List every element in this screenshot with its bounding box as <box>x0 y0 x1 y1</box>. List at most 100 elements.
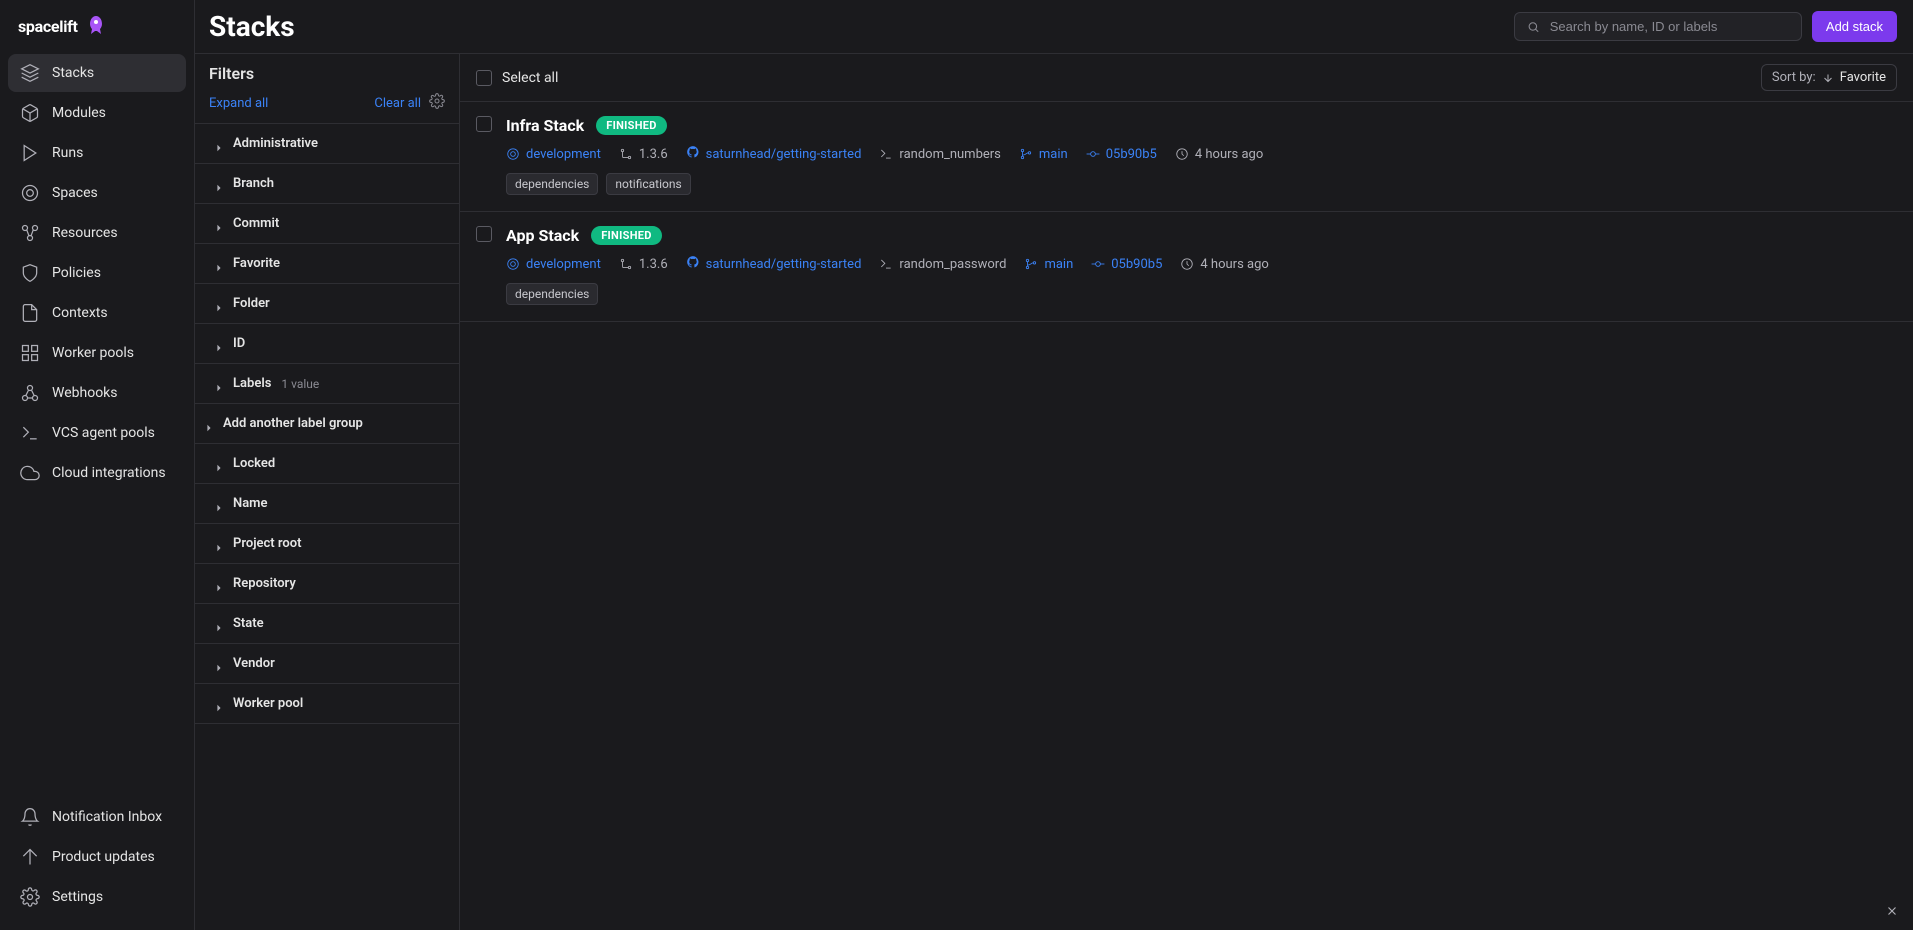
brand-text: spacelift <box>18 17 78 36</box>
nav-item-modules[interactable]: Modules <box>8 94 186 132</box>
sort-dropdown[interactable]: Sort by: Favorite <box>1761 64 1897 91</box>
brand-logo: spacelift <box>0 0 194 54</box>
chevron-right-icon <box>215 220 223 228</box>
stack-tag[interactable]: dependencies <box>506 283 598 305</box>
filter-row-state[interactable]: State <box>195 604 459 644</box>
stack-checkbox[interactable] <box>476 116 492 132</box>
filter-row-labels[interactable]: Labels 1 value <box>195 364 459 404</box>
nav-item-label: VCS agent pools <box>52 425 155 441</box>
worker-pools-icon <box>20 343 40 363</box>
nav-item-settings[interactable]: Settings <box>8 878 186 916</box>
filter-label: Repository <box>233 576 296 591</box>
filter-row-locked[interactable]: Locked <box>195 444 459 484</box>
stack-row: App StackFINISHEDdevelopment1.3.6saturnh… <box>460 212 1913 322</box>
resources-icon <box>20 223 40 243</box>
commit-link[interactable]: 05b90b5 <box>1091 257 1162 272</box>
nav-item-product-updates[interactable]: Product updates <box>8 838 186 876</box>
filter-settings-icon[interactable] <box>429 93 445 113</box>
filters-panel: Filters Expand all Clear all Administrat… <box>195 54 460 930</box>
filter-row-administrative[interactable]: Administrative <box>195 124 459 164</box>
chevron-right-icon <box>215 500 223 508</box>
list-controls: Select all Sort by: Favorite <box>460 54 1913 102</box>
filter-label: ID <box>233 336 245 351</box>
contexts-icon <box>20 303 40 323</box>
sort-by-label: Sort by: <box>1772 70 1816 85</box>
nav-item-cloud-integrations[interactable]: Cloud integrations <box>8 454 186 492</box>
clear-all-link[interactable]: Clear all <box>374 96 421 111</box>
chevron-right-icon <box>215 340 223 348</box>
space-link[interactable]: development <box>506 147 601 162</box>
search-input[interactable] <box>1550 19 1789 34</box>
vcs-agent-pools-icon <box>20 423 40 443</box>
filter-label: State <box>233 616 264 631</box>
cloud-integrations-icon <box>20 463 40 483</box>
filter-row-vendor[interactable]: Vendor <box>195 644 459 684</box>
filter-label: Vendor <box>233 656 275 671</box>
repo-link[interactable]: saturnhead/getting-started <box>686 255 862 273</box>
filter-label: Add another label group <box>223 416 363 431</box>
nav-item-label: Cloud integrations <box>52 465 166 481</box>
stack-checkbox[interactable] <box>476 226 492 242</box>
nav-item-label: Stacks <box>52 65 94 81</box>
commit-link[interactable]: 05b90b5 <box>1086 147 1157 162</box>
nav-item-spaces[interactable]: Spaces <box>8 174 186 212</box>
add-stack-button[interactable]: Add stack <box>1812 11 1897 42</box>
stack-name[interactable]: Infra Stack <box>506 116 584 135</box>
nav-bottom: Notification InboxProduct updatesSetting… <box>0 798 194 930</box>
chevron-right-icon <box>215 700 223 708</box>
nav-item-policies[interactable]: Policies <box>8 254 186 292</box>
filter-row-branch[interactable]: Branch <box>195 164 459 204</box>
webhooks-icon <box>20 383 40 403</box>
nav-item-label: Policies <box>52 265 101 281</box>
expand-all-link[interactable]: Expand all <box>209 96 268 111</box>
nav-item-label: Worker pools <box>52 345 134 361</box>
policies-icon <box>20 263 40 283</box>
filter-label: Labels <box>233 376 271 391</box>
select-all-checkbox[interactable] <box>476 70 492 86</box>
sort-value: Favorite <box>1840 70 1886 85</box>
stack-tags: dependencies notifications <box>506 173 1897 195</box>
nav-item-webhooks[interactable]: Webhooks <box>8 374 186 412</box>
space-link[interactable]: development <box>506 257 601 272</box>
filter-row-folder[interactable]: Folder <box>195 284 459 324</box>
filter-label: Branch <box>233 176 274 191</box>
chevron-right-icon <box>215 620 223 628</box>
stack-name[interactable]: App Stack <box>506 226 579 245</box>
nav-item-stacks[interactable]: Stacks <box>8 54 186 92</box>
filter-row-add-label-group[interactable]: Add another label group <box>195 404 459 444</box>
timestamp: 4 hours ago <box>1175 147 1263 162</box>
filter-row-commit[interactable]: Commit <box>195 204 459 244</box>
nav-item-resources[interactable]: Resources <box>8 214 186 252</box>
nav-item-vcs-agent-pools[interactable]: VCS agent pools <box>8 414 186 452</box>
product-updates-icon <box>20 847 40 867</box>
close-icon[interactable] <box>1885 904 1899 922</box>
chevron-right-icon <box>215 540 223 548</box>
filter-row-repository[interactable]: Repository <box>195 564 459 604</box>
filter-row-project-root[interactable]: Project root <box>195 524 459 564</box>
repo-link[interactable]: saturnhead/getting-started <box>686 145 862 163</box>
stack-tag[interactable]: notifications <box>606 173 690 195</box>
stack-tag[interactable]: dependencies <box>506 173 598 195</box>
filter-row-favorite[interactable]: Favorite <box>195 244 459 284</box>
nav-item-label: Resources <box>52 225 118 241</box>
branch-link[interactable]: main <box>1024 257 1073 272</box>
topbar: Stacks Add stack <box>195 0 1913 54</box>
nav-item-notification-inbox[interactable]: Notification Inbox <box>8 798 186 836</box>
filter-badge: 1 value <box>281 377 319 391</box>
filter-label: Name <box>233 496 267 511</box>
filter-row-name[interactable]: Name <box>195 484 459 524</box>
branch-link[interactable]: main <box>1019 147 1068 162</box>
filter-row-worker-pool[interactable]: Worker pool <box>195 684 459 724</box>
filter-label: Worker pool <box>233 696 303 711</box>
filter-label: Project root <box>233 536 301 551</box>
workflow-name: random_password <box>879 257 1006 272</box>
chevron-right-icon <box>215 300 223 308</box>
search-input-wrap[interactable] <box>1514 12 1802 41</box>
nav-item-runs[interactable]: Runs <box>8 134 186 172</box>
nav-main: Stacks ModulesRunsSpaces Resources Policies… <box>0 54 194 798</box>
filter-row-id[interactable]: ID <box>195 324 459 364</box>
nav-item-worker-pools[interactable]: Worker pools <box>8 334 186 372</box>
nav-item-contexts[interactable]: Contexts <box>8 294 186 332</box>
filter-label: Locked <box>233 456 275 471</box>
modules-icon <box>20 103 40 123</box>
